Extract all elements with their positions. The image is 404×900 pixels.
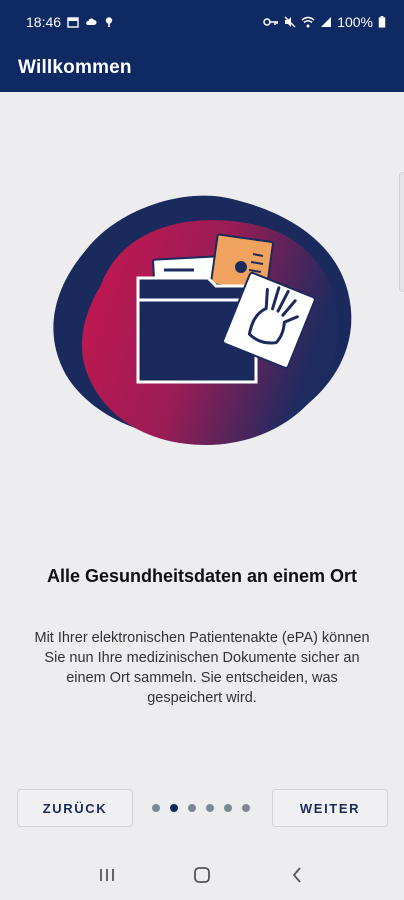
page-dot-5[interactable]	[224, 804, 232, 812]
mute-icon	[284, 16, 296, 28]
page-dot-6[interactable]	[242, 804, 250, 812]
recents-button[interactable]	[95, 863, 119, 887]
app-bar: Willkommen	[0, 44, 404, 92]
status-right: 100%	[263, 14, 386, 30]
onboarding-headline: Alle Gesundheitsdaten an einem Ort	[46, 566, 358, 586]
signal-icon	[321, 17, 332, 27]
next-button[interactable]: WEITER	[272, 789, 388, 827]
battery-icon	[378, 16, 386, 28]
page-dot-2[interactable]	[170, 804, 178, 812]
page-indicator	[152, 803, 252, 813]
page-dot-1[interactable]	[152, 804, 160, 812]
calendar-icon	[67, 17, 79, 28]
battery-percent: 100%	[337, 14, 373, 30]
location-icon	[105, 17, 113, 27]
page-dot-4[interactable]	[206, 804, 214, 812]
cloud-icon	[86, 18, 97, 25]
back-button[interactable]: ZURÜCK	[17, 789, 133, 827]
status-left: 18:46	[26, 14, 115, 30]
status-time: 18:46	[26, 14, 62, 30]
recents-icon	[100, 869, 115, 881]
onboarding-description: Mit Ihrer elektronischen Patientenakte (…	[34, 630, 370, 706]
nav-back-button[interactable]	[285, 863, 309, 887]
page-title: Willkommen	[18, 57, 132, 78]
edge-panel-handle[interactable]	[399, 172, 404, 292]
key-icon	[263, 18, 279, 26]
home-icon	[194, 867, 210, 883]
wifi-icon	[301, 16, 315, 28]
back-icon	[292, 867, 301, 883]
status-bar: 18:46 100%	[0, 0, 404, 44]
system-nav-bar	[0, 850, 404, 900]
onboarding-content: Alle Gesundheitsdaten an einem Ort Mit I…	[0, 92, 404, 850]
page-dot-3[interactable]	[188, 804, 196, 812]
home-button[interactable]	[190, 863, 214, 887]
document-folder-xray-icon	[53, 195, 352, 445]
